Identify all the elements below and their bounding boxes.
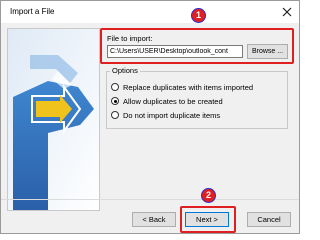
radio-label: Do not import duplicate items bbox=[123, 110, 221, 120]
radio-allow-duplicates[interactable]: Allow duplicates to be created bbox=[111, 96, 223, 106]
step-badge-1: 1 bbox=[191, 8, 206, 23]
import-dialog: Import a File File to import: C:\Users\U… bbox=[0, 0, 300, 234]
close-icon[interactable] bbox=[281, 6, 293, 18]
radio-button[interactable] bbox=[111, 111, 119, 119]
options-legend: Options bbox=[110, 66, 140, 75]
footer-divider bbox=[1, 199, 299, 200]
cancel-button[interactable]: Cancel bbox=[247, 212, 291, 227]
radio-label: Replace duplicates with items imported bbox=[123, 82, 254, 92]
step-badge-2: 2 bbox=[201, 188, 216, 203]
radio-label: Allow duplicates to be created bbox=[123, 96, 223, 106]
radio-button[interactable] bbox=[111, 83, 119, 91]
radio-no-duplicates[interactable]: Do not import duplicate items bbox=[111, 110, 220, 120]
browse-button[interactable]: Browse ... bbox=[247, 44, 288, 59]
file-path-input[interactable] bbox=[107, 45, 243, 58]
window-title: Import a File bbox=[10, 7, 55, 16]
title-bar: Import a File bbox=[1, 1, 299, 23]
next-button[interactable]: Next > bbox=[185, 212, 229, 227]
radio-replace-duplicates[interactable]: Replace duplicates with items imported bbox=[111, 82, 253, 92]
back-button[interactable]: < Back bbox=[132, 212, 176, 227]
wizard-illustration bbox=[7, 28, 100, 211]
radio-button-selected[interactable] bbox=[111, 97, 119, 105]
file-to-import-label: File to import: bbox=[107, 34, 153, 43]
wizard-arrow-graphic bbox=[8, 29, 99, 210]
